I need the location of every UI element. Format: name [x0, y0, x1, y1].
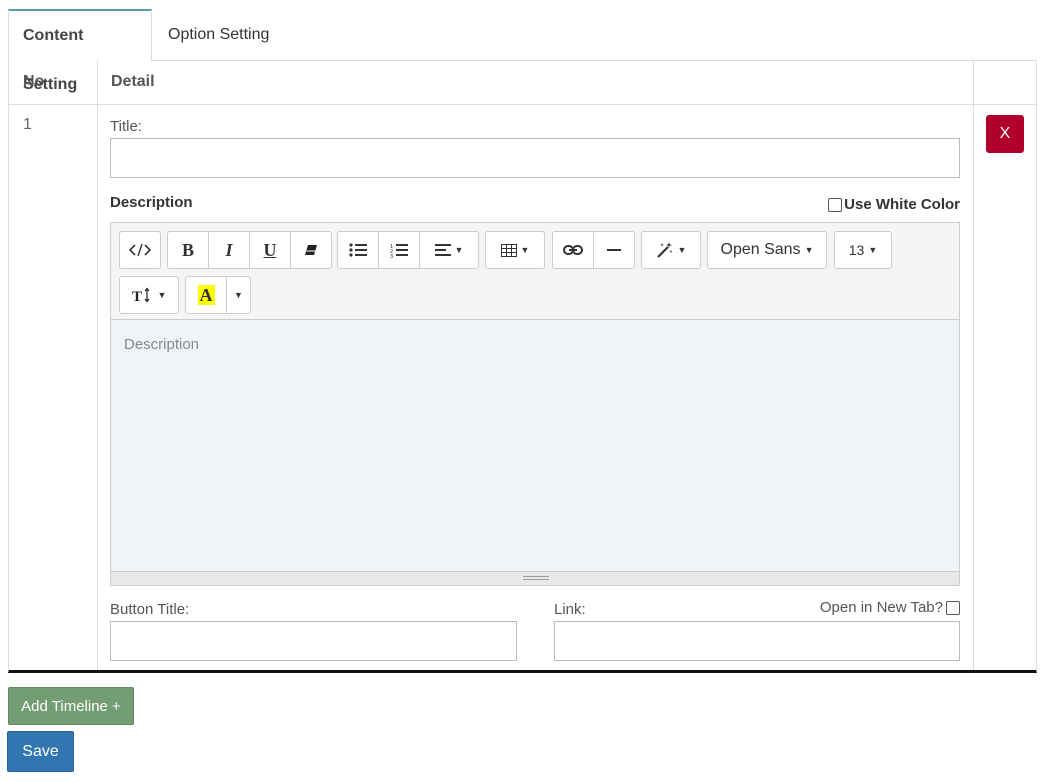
- header-detail: Detail: [111, 73, 155, 90]
- add-timeline-button[interactable]: Add Timeline +: [8, 687, 134, 725]
- link-input[interactable]: [554, 621, 960, 661]
- open-new-tab-checkbox[interactable]: [946, 600, 960, 615]
- chevron-down-icon: ▼: [520, 245, 530, 255]
- link-label: Link:: [554, 601, 586, 618]
- toolbar-group-style-dropdown: ▼: [641, 231, 701, 269]
- toolbar-group-table: ▼: [485, 231, 545, 269]
- eraser-icon: [304, 243, 318, 257]
- font-size-dropdown[interactable]: 13 ▼: [834, 231, 892, 269]
- toolbar-group-font-size: 13 ▼: [834, 231, 892, 269]
- rich-text-editor: B I U 1 2 3 ▼ ▼ ▼ Open Sans ▼ 13 ▼ T ▼ A…: [110, 222, 960, 586]
- editor-resize-bar[interactable]: [111, 571, 959, 585]
- editor-toolbar: B I U 1 2 3 ▼ ▼ ▼ Open Sans ▼ 13 ▼ T ▼ A…: [111, 223, 959, 320]
- italic-icon: I: [225, 239, 233, 260]
- highlight-color-icon: A: [197, 285, 215, 305]
- column-divider: [97, 60, 98, 670]
- line-height-icon: T: [132, 287, 154, 303]
- toolbar-group-height: T ▼: [119, 276, 179, 314]
- title-label: Title:: [110, 118, 142, 135]
- open-new-tab-label: Open in New Tab?: [819, 599, 943, 616]
- color-dropdown-button[interactable]: ▼: [226, 276, 251, 314]
- underline-button[interactable]: U: [249, 231, 291, 269]
- chevron-down-icon: ▼: [677, 245, 687, 255]
- remove-row-button[interactable]: X: [986, 115, 1024, 153]
- chevron-down-icon: ▼: [454, 245, 464, 255]
- code-view-icon: [129, 243, 151, 257]
- chevron-down-icon: ▼: [804, 245, 814, 255]
- recent-color-button[interactable]: A: [185, 276, 227, 314]
- chevron-down-icon: ▼: [157, 290, 167, 300]
- column-divider: [973, 60, 974, 670]
- open-new-tab: Open in New Tab?: [820, 599, 960, 616]
- svg-text:T: T: [132, 289, 142, 303]
- use-white-color-checkbox[interactable]: [828, 197, 843, 212]
- font-size-label: 13: [848, 242, 865, 258]
- use-white-color: Use White Color: [828, 196, 960, 213]
- header-no: No: [23, 73, 45, 90]
- underline-icon: U: [263, 239, 277, 260]
- button-title-label: Button Title:: [110, 601, 190, 618]
- unordered-list-button[interactable]: [337, 231, 379, 269]
- toolbar-group-font-name: Open Sans ▼: [707, 231, 827, 269]
- bold-icon: B: [181, 239, 194, 260]
- use-white-color-label: Use White Color: [844, 196, 960, 213]
- toolbar-group-code: [119, 231, 161, 269]
- toolbar-group-insert: [552, 231, 635, 269]
- description-label: Description: [110, 194, 193, 211]
- align-icon: [434, 244, 451, 256]
- chevron-down-icon: ▼: [868, 245, 878, 255]
- toolbar-group-color: A ▼: [185, 276, 251, 314]
- ordered-list-icon: 123: [390, 243, 408, 258]
- toolbar-group-style: B I U: [167, 231, 332, 269]
- ordered-list-button[interactable]: 123: [378, 231, 420, 269]
- title-input[interactable]: [110, 138, 960, 178]
- button-title-input[interactable]: [110, 621, 517, 661]
- magic-wand-icon: [656, 241, 674, 259]
- table-dropdown[interactable]: ▼: [485, 231, 545, 269]
- chevron-down-icon: ▼: [234, 290, 243, 300]
- code-view-button[interactable]: [119, 231, 161, 269]
- page: Content Setting Option Setting No Detail…: [0, 0, 1051, 782]
- tab-bar: Content Setting Option Setting: [8, 9, 1037, 93]
- link-button[interactable]: [552, 231, 594, 269]
- font-family-label: Open Sans: [720, 241, 801, 258]
- resize-grip-icon: [523, 576, 549, 580]
- bold-button[interactable]: B: [167, 231, 209, 269]
- font-family-dropdown[interactable]: Open Sans ▼: [707, 231, 827, 269]
- table-icon: [500, 243, 517, 257]
- tab-content-setting[interactable]: Content Setting: [8, 9, 152, 93]
- svg-text:3: 3: [390, 254, 393, 258]
- horizontal-rule-button[interactable]: [593, 231, 635, 269]
- line-height-dropdown[interactable]: T ▼: [119, 276, 179, 314]
- unordered-list-icon: [349, 243, 367, 257]
- row-number: 1: [23, 116, 32, 133]
- save-button[interactable]: Save: [7, 731, 74, 772]
- header-divider: [9, 104, 1036, 105]
- link-icon: [563, 244, 583, 256]
- align-dropdown[interactable]: ▼: [419, 231, 479, 269]
- eraser-button[interactable]: [290, 231, 332, 269]
- toolbar-group-paragraph: 123 ▼: [337, 231, 479, 269]
- description-editable[interactable]: Description: [111, 320, 959, 571]
- horizontal-rule-icon: [607, 248, 621, 252]
- tab-option-setting[interactable]: Option Setting: [154, 9, 283, 61]
- italic-button[interactable]: I: [208, 231, 250, 269]
- style-dropdown[interactable]: ▼: [641, 231, 701, 269]
